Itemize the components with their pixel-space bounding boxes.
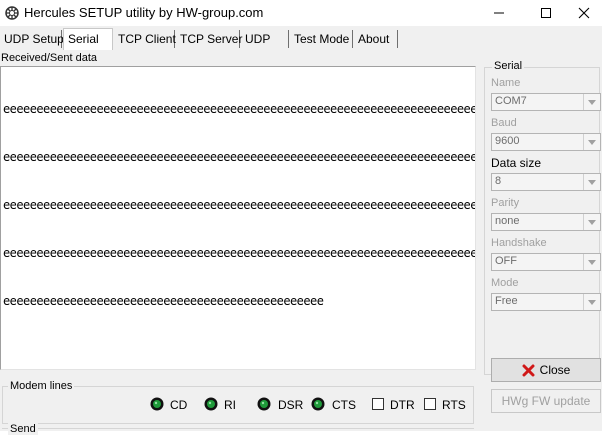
- close-icon: [578, 7, 590, 19]
- chevron-down-icon: [583, 94, 600, 110]
- rts-checkbox[interactable]: [424, 398, 436, 410]
- baud-select[interactable]: 9600: [491, 133, 601, 151]
- window-title: Hercules SETUP utility by HW-group.com: [24, 5, 264, 20]
- ri-label: RI: [224, 398, 236, 412]
- send-group: [2, 428, 474, 429]
- tab-tcp-server[interactable]: TCP Server: [176, 30, 242, 48]
- hercules-icon: [5, 6, 19, 20]
- parity-select[interactable]: none: [491, 213, 601, 231]
- name-value: COM7: [495, 95, 527, 107]
- window-close-button[interactable]: [566, 0, 602, 26]
- mode-value: Free: [495, 295, 518, 307]
- received-line: eeeeeeeeeeeeeeeeeeeeeeeeeeeeeeeeeeeeeeee…: [3, 102, 476, 116]
- data-size-label: Data size: [491, 156, 542, 170]
- dtr-label: DTR: [390, 398, 415, 412]
- rts-label: RTS: [442, 398, 466, 412]
- minimize-button[interactable]: [476, 0, 522, 26]
- mode-select[interactable]: Free: [491, 293, 601, 311]
- data-size-select[interactable]: 8: [491, 173, 601, 191]
- received-line: eeeeeeeeeeeeeeeeeeeeeeeeeeeeeeeeeeeeeeee…: [3, 246, 476, 260]
- serial-group-label: Serial: [492, 60, 525, 72]
- tab-udp-setup[interactable]: UDP Setup: [0, 30, 64, 48]
- name-select[interactable]: COM7: [491, 93, 601, 111]
- maximize-button[interactable]: [523, 0, 569, 26]
- maximize-icon: [541, 8, 551, 18]
- tab-tcp-client[interactable]: TCP Client: [114, 30, 176, 48]
- chevron-down-icon: [583, 174, 600, 190]
- parity-label: Parity: [491, 197, 520, 209]
- mode-label: Mode: [491, 277, 519, 289]
- led-ri-icon: [204, 397, 218, 411]
- tab-test-mode[interactable]: Test Mode: [290, 30, 353, 48]
- dsr-label: DSR: [278, 398, 304, 412]
- hwg-fw-update-button[interactable]: HWg FW update: [491, 389, 601, 413]
- cd-label: CD: [170, 398, 188, 412]
- cts-label: CTS: [332, 398, 356, 412]
- handshake-select[interactable]: OFF: [491, 253, 601, 271]
- led-dsr-icon: [257, 397, 271, 411]
- minimize-icon: [494, 12, 504, 14]
- close-port-button[interactable]: Close: [491, 358, 601, 382]
- red-x-icon: [522, 364, 535, 376]
- tab-udp[interactable]: UDP: [241, 30, 289, 48]
- send-group-label: Send: [8, 423, 38, 435]
- hwg-fw-update-label: HWg FW update: [501, 394, 591, 408]
- received-line: eeeeeeeeeeeeeeeeeeeeeeeeeeeeeeeeeeeeeeee…: [3, 294, 324, 308]
- received-data-textarea[interactable]: eeeeeeeeeeeeeeeeeeeeeeeeeeeeeeeeeeeeeeee…: [0, 66, 476, 370]
- baud-label: Baud: [491, 117, 517, 129]
- led-cts-icon: [311, 397, 325, 411]
- close-port-label: Close: [539, 363, 571, 377]
- modem-lines-label: Modem lines: [8, 380, 75, 392]
- title-bar: Hercules SETUP utility by HW-group.com: [0, 0, 602, 26]
- baud-value: 9600: [495, 135, 520, 147]
- received-line: eeeeeeeeeeeeeeeeeeeeeeeeeeeeeeeeeeeeeeee…: [3, 150, 476, 164]
- chevron-down-icon: [583, 294, 600, 310]
- led-cd-icon: [150, 397, 164, 411]
- parity-value: none: [495, 215, 520, 227]
- tab-about[interactable]: About: [354, 30, 398, 48]
- received-line: eeeeeeeeeeeeeeeeeeeeeeeeeeeeeeeeeeeeeeee…: [3, 198, 476, 212]
- received-sent-label: Received/Sent data: [1, 52, 98, 64]
- chevron-down-icon: [583, 214, 600, 230]
- dtr-checkbox[interactable]: [372, 398, 384, 410]
- received-data-text: eeeeeeeeeeeeeeeeeeeeeeeeeeeeeeeeeeeeeeee…: [3, 69, 476, 341]
- chevron-down-icon: [583, 134, 600, 150]
- handshake-value: OFF: [495, 255, 517, 267]
- tab-serial[interactable]: Serial: [63, 28, 113, 50]
- handshake-label: Handshake: [491, 237, 547, 249]
- chevron-down-icon: [583, 254, 600, 270]
- name-label: Name: [491, 77, 521, 89]
- data-size-value: 8: [495, 175, 502, 187]
